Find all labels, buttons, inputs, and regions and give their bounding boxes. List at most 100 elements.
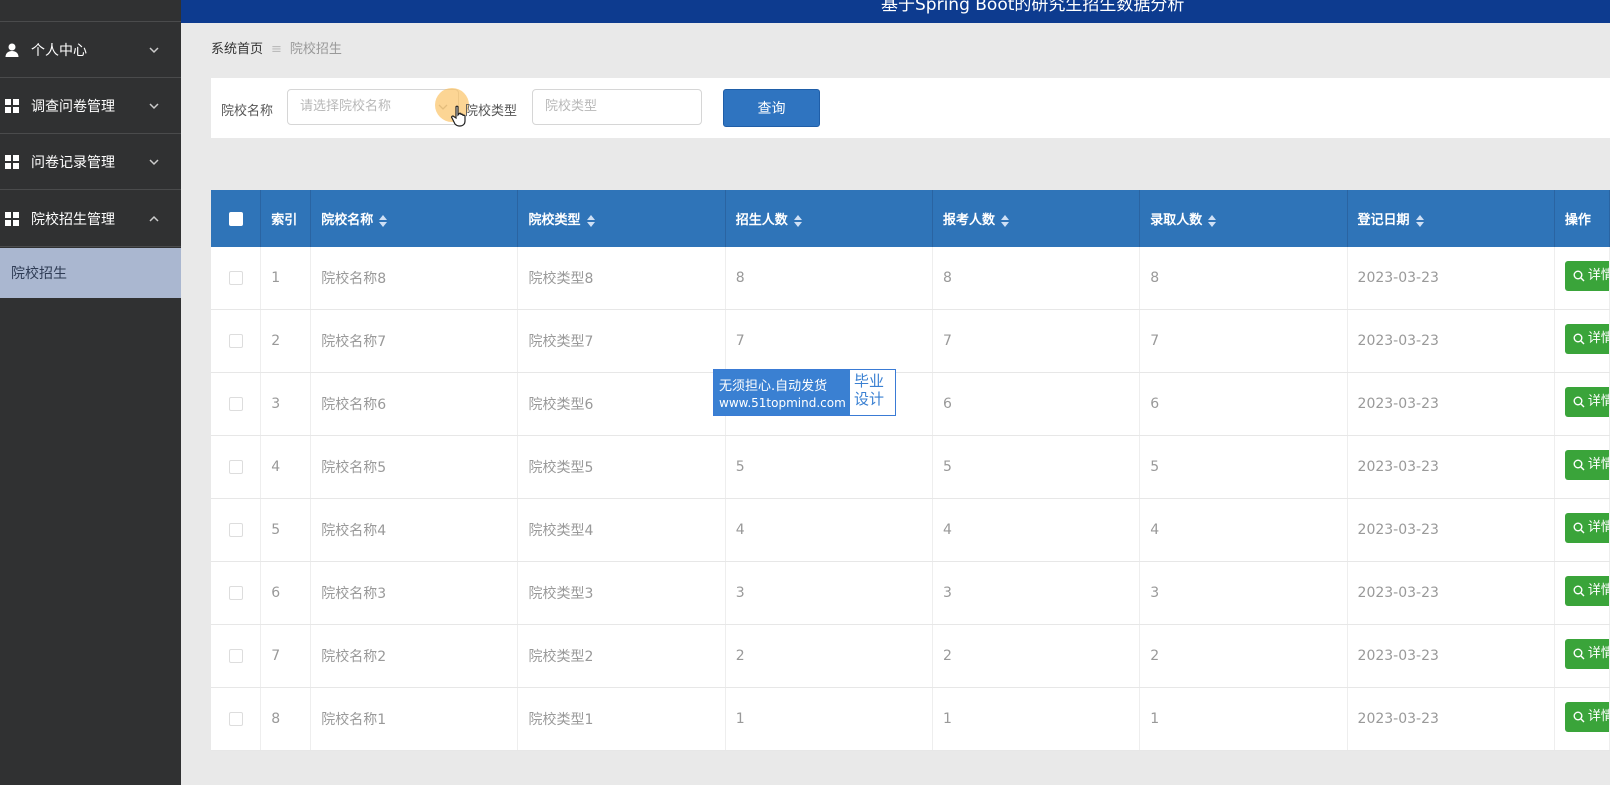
school-type-placeholder: 院校类型 — [545, 99, 598, 114]
detail-button[interactable]: 详情 — [1564, 324, 1609, 354]
grid-icon — [5, 211, 19, 226]
query-button[interactable]: 查询 — [723, 89, 820, 127]
detail-button[interactable]: 详情 — [1564, 261, 1609, 291]
cell-school-name: 院校名称4 — [310, 498, 519, 562]
cell-enrollment: 7 — [725, 309, 934, 373]
school-name-select[interactable]: 请选择院校名称 — [287, 89, 459, 125]
cell-index: 8 — [260, 687, 312, 751]
col-school-name[interactable]: 院校名称 — [310, 190, 519, 247]
detail-button[interactable]: 详情 — [1564, 576, 1609, 606]
cell-date: 2023-03-23 — [1347, 624, 1555, 688]
top-bar: 基于Spring Boot的研究生招生数据分析 — [181, 0, 1610, 23]
row-checkbox[interactable] — [228, 712, 243, 726]
school-type-input[interactable]: 院校类型 — [532, 89, 702, 125]
cell-school-name: 院校名称3 — [310, 561, 519, 625]
row-checkbox-cell[interactable] — [211, 247, 262, 310]
cell-school-type: 院校类型6 — [517, 372, 726, 436]
row-checkbox[interactable] — [228, 397, 243, 411]
col-applicants[interactable]: 报考人数 — [932, 190, 1141, 247]
row-checkbox-cell[interactable] — [211, 435, 262, 499]
cell-admitted: 6 — [1139, 372, 1348, 436]
detail-button-label: 详情 — [1587, 331, 1609, 346]
col-label: 院校类型 — [528, 213, 581, 228]
row-checkbox-cell[interactable] — [211, 372, 262, 436]
col-actions: 操作 — [1554, 190, 1610, 247]
cell-enrollment: 4 — [725, 498, 934, 562]
col-date[interactable]: 登记日期 — [1347, 190, 1555, 247]
search-icon — [1573, 396, 1585, 407]
breadcrumb-current: 院校招生 — [289, 42, 342, 57]
cell-school-type: 院校类型5 — [517, 435, 726, 499]
cell-date: 2023-03-23 — [1347, 435, 1555, 499]
col-admitted[interactable]: 录取人数 — [1139, 190, 1348, 247]
cell-date: 2023-03-23 — [1347, 247, 1555, 310]
row-checkbox[interactable] — [228, 586, 243, 600]
sort-icon[interactable] — [379, 214, 388, 227]
cell-admitted: 3 — [1139, 561, 1348, 625]
row-checkbox-cell[interactable] — [211, 624, 262, 688]
chevron-down-icon — [149, 158, 159, 165]
col-label: 招生人数 — [735, 213, 788, 228]
select-all-checkbox-cell[interactable] — [211, 190, 262, 247]
row-checkbox-cell[interactable] — [211, 687, 262, 751]
cell-admitted: 7 — [1139, 309, 1348, 373]
row-checkbox[interactable] — [228, 649, 243, 663]
search-icon — [1573, 333, 1585, 344]
row-checkbox-cell[interactable] — [211, 309, 262, 373]
cell-actions: 详情 — [1554, 687, 1610, 751]
search-icon — [1573, 585, 1585, 596]
col-enrollment[interactable]: 招生人数 — [725, 190, 934, 247]
breadcrumb-home[interactable]: 系统首页 — [211, 42, 263, 57]
table-row: 5 院校名称4 院校类型4 4 4 4 2023-03-23 详情 — [211, 498, 1610, 562]
watermark-logo: 无须担心.自动发货 www.51topmind.com 毕业 设计 — [713, 369, 896, 416]
cell-admitted: 5 — [1139, 435, 1348, 499]
detail-button[interactable]: 详情 — [1564, 450, 1609, 480]
cell-applicants: 4 — [932, 498, 1141, 562]
row-checkbox[interactable] — [228, 460, 243, 474]
sidebar-subitem-admissions[interactable]: 院校招生 — [0, 248, 181, 298]
table-header-row: 索引 院校名称 院校类型 招生人数 报考人数 录取人数 登记日期 操作 — [211, 190, 1610, 247]
detail-button-label: 详情 — [1587, 457, 1609, 472]
sidebar-item-survey-management[interactable]: 调查问卷管理 — [0, 78, 181, 134]
sidebar-item-personal-center[interactable]: 个人中心 — [0, 22, 181, 78]
sort-icon[interactable] — [1001, 214, 1010, 227]
sidebar-item-survey-records[interactable]: 问卷记录管理 — [0, 134, 181, 190]
chevron-up-icon — [149, 215, 159, 222]
table-row: 2 院校名称7 院校类型7 7 7 7 2023-03-23 详情 — [211, 309, 1610, 373]
cell-index: 3 — [260, 372, 312, 436]
table-row: 4 院校名称5 院校类型5 5 5 5 2023-03-23 详情 — [211, 435, 1610, 499]
cell-school-name: 院校名称2 — [310, 624, 519, 688]
row-checkbox-cell[interactable] — [211, 498, 262, 562]
row-checkbox[interactable] — [228, 523, 243, 537]
cell-index: 5 — [260, 498, 312, 562]
watermark-left: 无须担心.自动发货 www.51topmind.com — [714, 370, 850, 415]
detail-button[interactable]: 详情 — [1564, 702, 1609, 732]
sort-icon[interactable] — [1208, 214, 1217, 227]
cell-school-type: 院校类型7 — [517, 309, 726, 373]
sidebar-item-admissions-management[interactable]: 院校招生管理 — [0, 191, 181, 247]
app-title: 基于Spring Boot的研究生招生数据分析 — [881, 0, 1185, 15]
detail-button[interactable]: 详情 — [1564, 513, 1609, 543]
select-all-checkbox[interactable] — [228, 211, 243, 226]
cell-index: 6 — [260, 561, 312, 625]
col-school-type[interactable]: 院校类型 — [517, 190, 726, 247]
search-icon — [1573, 648, 1585, 659]
chevron-down-icon — [149, 46, 159, 53]
row-checkbox-cell[interactable] — [211, 561, 262, 625]
detail-button[interactable]: 详情 — [1564, 639, 1609, 669]
col-label: 录取人数 — [1150, 213, 1203, 228]
sidebar-item-label: 调查问卷管理 — [31, 98, 115, 115]
sort-icon[interactable] — [1415, 214, 1424, 227]
row-checkbox[interactable] — [228, 271, 243, 285]
sidebar-item-label: 个人中心 — [31, 42, 87, 59]
cell-applicants: 7 — [932, 309, 1141, 373]
sort-icon[interactable] — [586, 214, 595, 227]
breadcrumb-separator: ≡ — [271, 42, 282, 57]
sort-icon[interactable] — [793, 214, 802, 227]
table-row: 1 院校名称8 院校类型8 8 8 8 2023-03-23 详情 — [211, 247, 1610, 310]
watermark-right-line1: 毕业 — [854, 372, 885, 390]
row-checkbox[interactable] — [228, 334, 243, 348]
detail-button[interactable]: 详情 — [1564, 387, 1609, 417]
cell-admitted: 4 — [1139, 498, 1348, 562]
cell-school-type: 院校类型2 — [517, 624, 726, 688]
